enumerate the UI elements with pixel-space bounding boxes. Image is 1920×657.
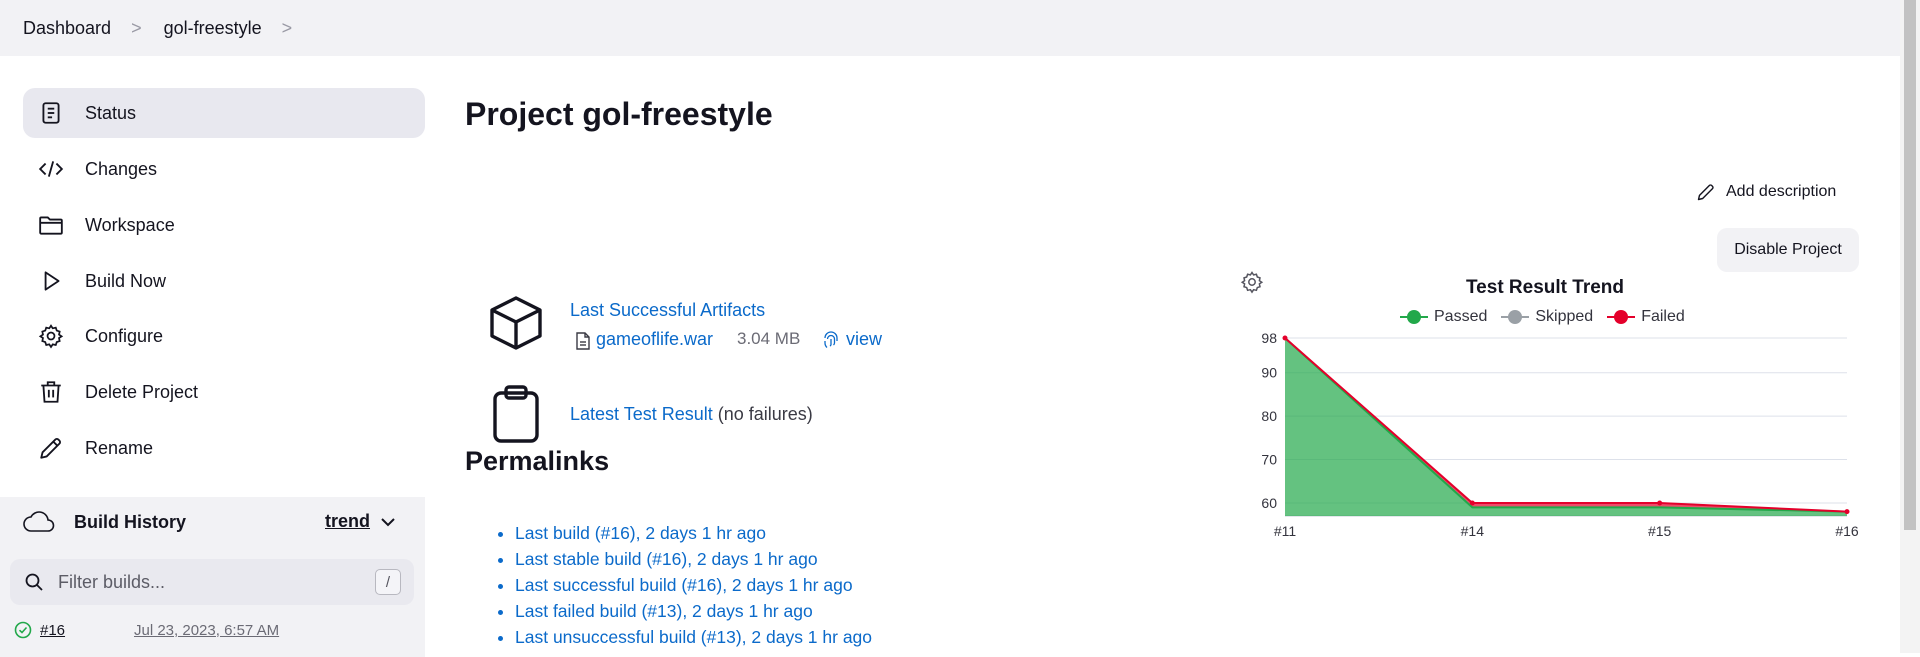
document-icon xyxy=(37,99,65,127)
trash-icon xyxy=(37,378,65,406)
pencil-icon xyxy=(37,434,65,462)
filter-builds-box: / xyxy=(10,559,414,605)
scrollbar-thumb[interactable] xyxy=(1904,0,1916,530)
package-icon xyxy=(490,296,542,350)
test-result-line: Latest Test Result (no failures) xyxy=(570,404,813,425)
sidebar-item-delete-project[interactable]: Delete Project xyxy=(23,367,425,417)
build-number-link[interactable]: #16 xyxy=(40,622,65,639)
test-result-note: (no failures) xyxy=(717,404,813,424)
last-successful-artifacts-link[interactable]: Last Successful Artifacts xyxy=(570,300,765,321)
permalink-last-successful-build[interactable]: Last successful build (#16), 2 days 1 hr… xyxy=(515,575,853,595)
permalinks-list: Last build (#16), 2 days 1 hr ago Last s… xyxy=(493,520,872,650)
y-tick-label: 98 xyxy=(1261,330,1277,346)
data-point xyxy=(1844,509,1850,515)
y-tick-label: 70 xyxy=(1261,452,1277,468)
keyboard-shortcut-hint: / xyxy=(375,569,401,595)
list-item: Last successful build (#16), 2 days 1 hr… xyxy=(515,572,872,598)
x-tick-label: #14 xyxy=(1461,523,1485,539)
y-tick-label: 60 xyxy=(1261,495,1277,511)
sidebar-item-status[interactable]: Status xyxy=(23,88,425,138)
scrollbar[interactable] xyxy=(1900,0,1920,653)
chevron-down-icon[interactable] xyxy=(380,514,396,530)
breadcrumb: Dashboard > gol-freestyle > xyxy=(0,0,1900,56)
sidebar-item-label: Delete Project xyxy=(85,381,199,402)
page-title: Project gol-freestyle xyxy=(465,96,773,132)
filter-builds-input[interactable] xyxy=(56,570,360,594)
x-tick-label: #16 xyxy=(1835,523,1859,539)
permalink-last-stable-build[interactable]: Last stable build (#16), 2 days 1 hr ago xyxy=(515,549,818,569)
permalink-last-unsuccessful-build[interactable]: Last unsuccessful build (#13), 2 days 1 … xyxy=(515,627,872,647)
list-item: Last failed build (#13), 2 days 1 hr ago xyxy=(515,598,872,624)
build-history-header: Build History trend xyxy=(0,497,425,547)
list-item: Last unsuccessful build (#13), 2 days 1 … xyxy=(515,624,872,650)
trend-link[interactable]: trend xyxy=(325,511,370,532)
gear-icon xyxy=(37,322,65,350)
disable-project-button[interactable]: Disable Project xyxy=(1717,228,1859,272)
fingerprint-icon xyxy=(824,331,838,348)
permalink-last-build[interactable]: Last build (#16), 2 days 1 hr ago xyxy=(515,523,766,543)
permalinks-title: Permalinks xyxy=(465,446,610,476)
data-point xyxy=(1282,335,1288,341)
folder-icon xyxy=(37,211,65,239)
sidebar-item-label: Workspace xyxy=(85,214,175,235)
add-description-label: Add description xyxy=(1726,183,1837,200)
data-point xyxy=(1657,500,1663,506)
x-tick-label: #15 xyxy=(1648,523,1672,539)
list-item: Last build (#16), 2 days 1 hr ago xyxy=(515,520,872,546)
sidebar-item-rename[interactable]: Rename xyxy=(23,423,425,473)
list-item: Last stable build (#16), 2 days 1 hr ago xyxy=(515,546,872,572)
fingerprint-view-link[interactable]: view xyxy=(846,329,882,350)
build-history-panel: Build History trend / #16 Jul 23, 2023, … xyxy=(0,497,425,657)
success-check-icon xyxy=(14,621,32,639)
code-icon xyxy=(37,155,65,183)
sidebar-item-configure[interactable]: Configure xyxy=(23,311,425,361)
breadcrumb-separator[interactable]: > xyxy=(282,18,293,39)
latest-test-result-link[interactable]: Latest Test Result xyxy=(570,404,713,424)
sidebar-item-label: Status xyxy=(85,102,137,123)
sidebar-item-label: Configure xyxy=(85,325,164,346)
artifact-file-size: 3.04 MB xyxy=(737,329,801,348)
play-icon xyxy=(37,267,65,295)
chart-plot: 60 70 80 90 98 #11 #14 #15 #16 xyxy=(1261,330,1859,539)
x-tick-label: #11 xyxy=(1274,523,1297,539)
sidebar-item-label: Rename xyxy=(85,437,154,458)
test-result-trend-chart: Test Result Trend Passed Skipped Failed … xyxy=(1240,270,1880,550)
clipboard-icon xyxy=(493,385,539,443)
search-icon xyxy=(25,573,43,591)
permalink-last-failed-build[interactable]: Last failed build (#13), 2 days 1 hr ago xyxy=(515,601,813,621)
sidebar-item-label: Build Now xyxy=(85,270,167,291)
breadcrumb-project[interactable]: gol-freestyle xyxy=(164,18,262,39)
cloud-icon xyxy=(23,511,55,532)
pencil-icon xyxy=(1697,184,1714,201)
breadcrumb-dashboard[interactable]: Dashboard xyxy=(23,18,111,39)
breadcrumb-separator: > xyxy=(131,17,142,38)
build-date-link[interactable]: Jul 23, 2023, 6:57 AM xyxy=(134,622,279,639)
build-history-title: Build History xyxy=(74,511,187,532)
file-icon xyxy=(576,332,590,350)
artifact-file-link[interactable]: gameoflife.war xyxy=(596,329,713,350)
add-description-link[interactable]: Add description xyxy=(1696,182,1836,202)
sidebar-item-changes[interactable]: Changes xyxy=(23,144,425,194)
build-row: #16 Jul 23, 2023, 6:57 AM xyxy=(14,621,279,639)
sidebar-item-label: Changes xyxy=(85,158,158,179)
sidebar-item-build-now[interactable]: Build Now xyxy=(23,256,425,306)
y-tick-label: 90 xyxy=(1261,365,1277,381)
sidebar-item-workspace[interactable]: Workspace xyxy=(23,200,425,250)
y-tick-label: 80 xyxy=(1261,408,1277,424)
data-point xyxy=(1469,500,1475,506)
passed-area xyxy=(1285,338,1847,516)
